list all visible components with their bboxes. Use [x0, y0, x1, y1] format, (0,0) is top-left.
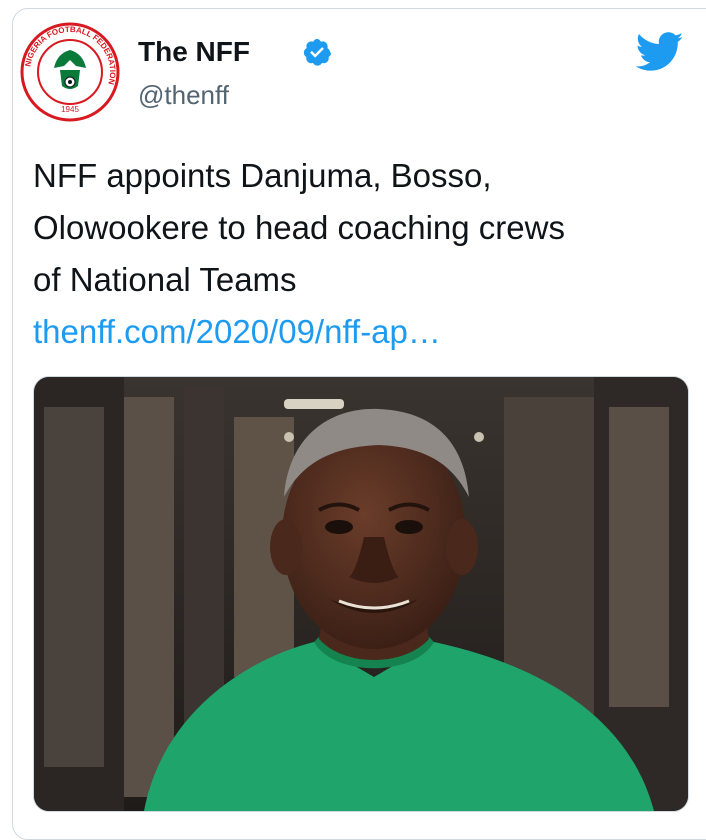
avatar-year: 1945: [61, 105, 79, 114]
photo-of-man-in-green-shirt-icon: [34, 377, 688, 811]
tweet-text-line: NFF appoints Danjuma, Bosso,: [33, 157, 492, 194]
tweet-text: NFF appoints Danjuma, Bosso, Olowookere …: [33, 150, 683, 358]
verified-badge-icon: [303, 38, 332, 66]
tweet-text-line: of National Teams: [33, 261, 297, 298]
account-handle[interactable]: @thenff: [138, 80, 229, 111]
nff-crest-logo-icon: NIGERIA FOOTBALL FEDERATION 1945: [20, 22, 120, 122]
tweet-photo[interactable]: [33, 376, 689, 812]
tweet-text-line: Olowookere to head coaching crews: [33, 209, 565, 246]
tweet-header: NIGERIA FOOTBALL FEDERATION 1945 The NFF…: [20, 22, 700, 122]
tweet-link[interactable]: thenff.com/2020/09/nff-ap…: [33, 306, 683, 358]
twitter-bird-icon[interactable]: [636, 32, 684, 72]
avatar[interactable]: NIGERIA FOOTBALL FEDERATION 1945: [20, 22, 120, 122]
display-name[interactable]: The NFF: [138, 36, 250, 68]
